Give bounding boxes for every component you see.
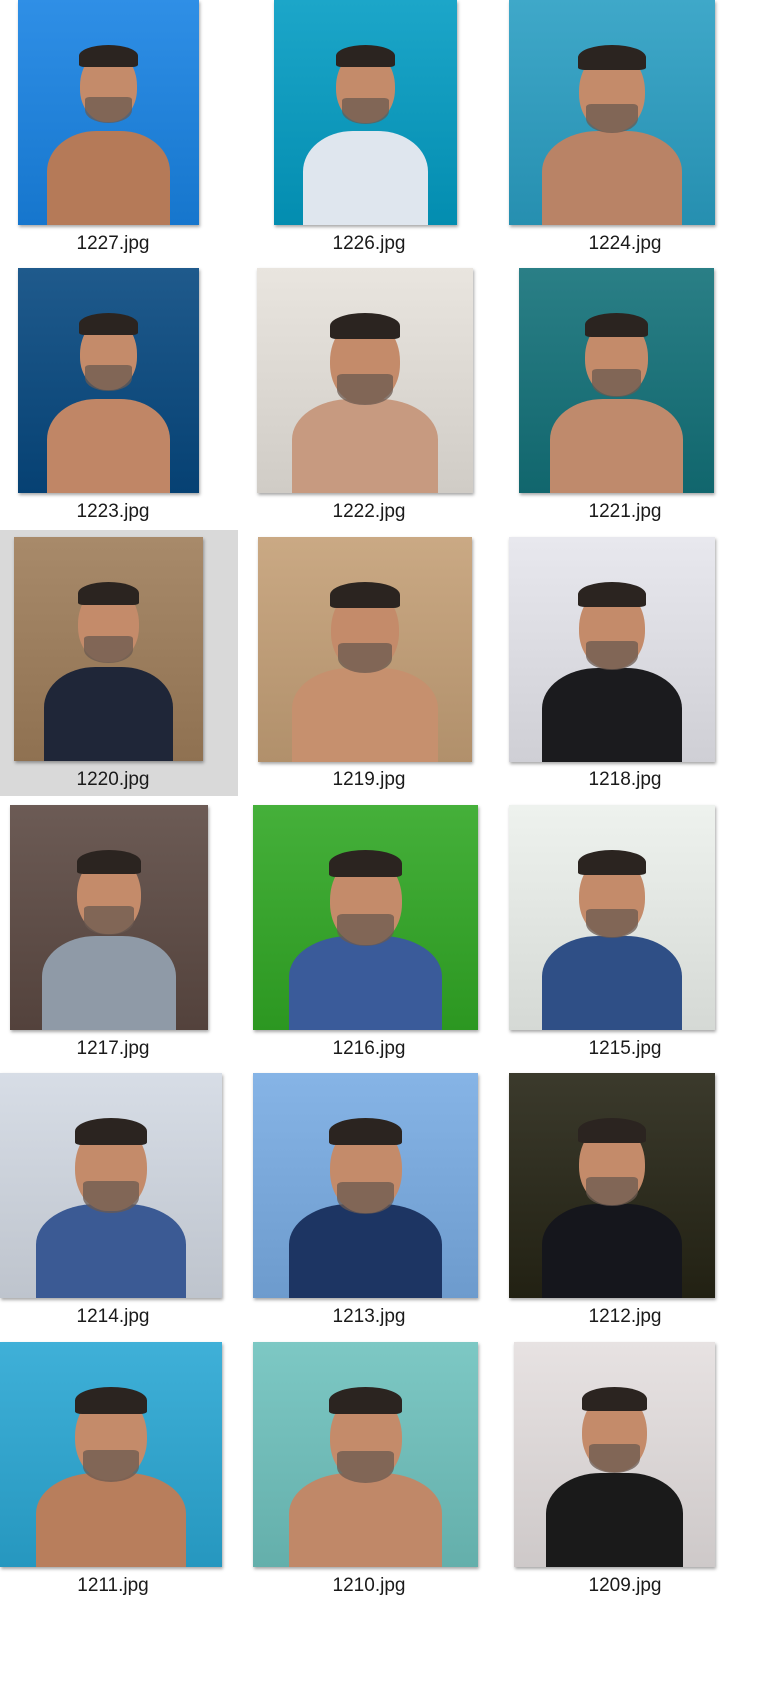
file-thumbnail[interactable] (253, 1073, 478, 1298)
person-body-shape (541, 935, 683, 1030)
file-name-label: 1216.jpg (332, 1038, 406, 1059)
person-beard-shape (83, 906, 135, 935)
person-body-shape (35, 1203, 187, 1298)
person-hair-shape (328, 1387, 403, 1415)
file-name-label: 1211.jpg (77, 1575, 149, 1596)
file-thumbnail[interactable] (519, 268, 714, 493)
person-hair-shape (329, 313, 401, 340)
person-hair-shape (328, 1118, 403, 1146)
file-thumbnail[interactable] (0, 1073, 222, 1298)
person-hair-shape (578, 582, 646, 608)
file-name-label: 1226.jpg (332, 233, 406, 254)
file-name-label: 1217.jpg (76, 1038, 150, 1059)
file-thumbnail[interactable] (509, 0, 715, 225)
person-body-shape (541, 667, 683, 762)
person-beard-shape (342, 97, 389, 124)
person-hair-shape (581, 1387, 648, 1412)
file-name-label: 1213.jpg (332, 1306, 406, 1327)
person-hair-shape (330, 582, 400, 609)
person-body-shape (541, 1203, 683, 1298)
file-thumbnail[interactable] (257, 268, 473, 493)
person-body-shape (541, 130, 683, 225)
person-body-shape (289, 1203, 442, 1298)
file-name-label: 1227.jpg (76, 233, 150, 254)
person-beard-shape (591, 368, 642, 397)
person-body-shape (303, 130, 428, 225)
file-name-label: 1214.jpg (76, 1306, 150, 1327)
person-hair-shape (74, 1387, 148, 1414)
person-beard-shape (336, 1181, 395, 1214)
file-name-label: 1221.jpg (588, 501, 662, 522)
person-hair-shape (578, 1118, 646, 1144)
person-body-shape (46, 130, 171, 225)
file-name-label: 1222.jpg (332, 501, 406, 522)
person-hair-shape (77, 581, 140, 605)
file-name-label: 1215.jpg (588, 1038, 662, 1059)
person-beard-shape (85, 96, 132, 124)
file-thumbnail[interactable] (0, 1342, 222, 1567)
person-body-shape (289, 1472, 442, 1567)
file-thumbnail[interactable] (253, 805, 478, 1030)
thumbnail-grid: 1227.jpg 1226.jpg 1224.jpg 1223.jpg 1222.jpg… (0, 0, 774, 1695)
person-beard-shape (336, 1450, 395, 1483)
file-thumbnail[interactable] (253, 1342, 478, 1567)
person-hair-shape (78, 45, 139, 67)
file-name-label: 1210.jpg (332, 1575, 406, 1596)
person-hair-shape (578, 45, 646, 71)
person-beard-shape (82, 1449, 140, 1482)
person-beard-shape (337, 374, 393, 406)
file-name-label: 1209.jpg (588, 1575, 662, 1596)
person-body-shape (44, 666, 173, 761)
file-thumbnail[interactable] (18, 0, 199, 225)
person-body-shape (46, 398, 171, 493)
person-beard-shape (82, 1180, 140, 1213)
person-body-shape (289, 935, 442, 1030)
file-thumbnail[interactable] (509, 805, 715, 1030)
person-beard-shape (84, 635, 133, 664)
person-hair-shape (328, 850, 403, 878)
person-body-shape (550, 398, 683, 493)
file-name-label: 1218.jpg (588, 769, 662, 790)
file-name-label: 1224.jpg (588, 233, 662, 254)
file-name-label: 1223.jpg (76, 501, 150, 522)
file-thumbnail[interactable] (14, 537, 203, 761)
file-name-label: 1212.jpg (588, 1306, 662, 1327)
file-thumbnail[interactable] (274, 0, 457, 225)
person-body-shape (291, 398, 439, 493)
person-hair-shape (78, 313, 139, 335)
person-hair-shape (578, 850, 646, 876)
file-thumbnail[interactable] (10, 805, 208, 1030)
file-thumbnail[interactable] (514, 1342, 715, 1567)
person-hair-shape (74, 1118, 148, 1145)
person-hair-shape (76, 850, 142, 875)
file-thumbnail[interactable] (509, 537, 715, 762)
person-hair-shape (584, 313, 649, 337)
person-hair-shape (335, 45, 396, 68)
person-body-shape (35, 1472, 187, 1567)
file-name-label: 1219.jpg (332, 769, 406, 790)
file-thumbnail[interactable] (258, 537, 472, 762)
person-body-shape (292, 667, 438, 762)
person-body-shape (546, 1472, 683, 1567)
file-thumbnail[interactable] (18, 268, 199, 493)
file-name-label: 1220.jpg (76, 769, 150, 790)
person-body-shape (41, 935, 177, 1030)
person-beard-shape (85, 364, 132, 392)
person-beard-shape (336, 913, 395, 946)
file-thumbnail[interactable] (509, 1073, 715, 1298)
